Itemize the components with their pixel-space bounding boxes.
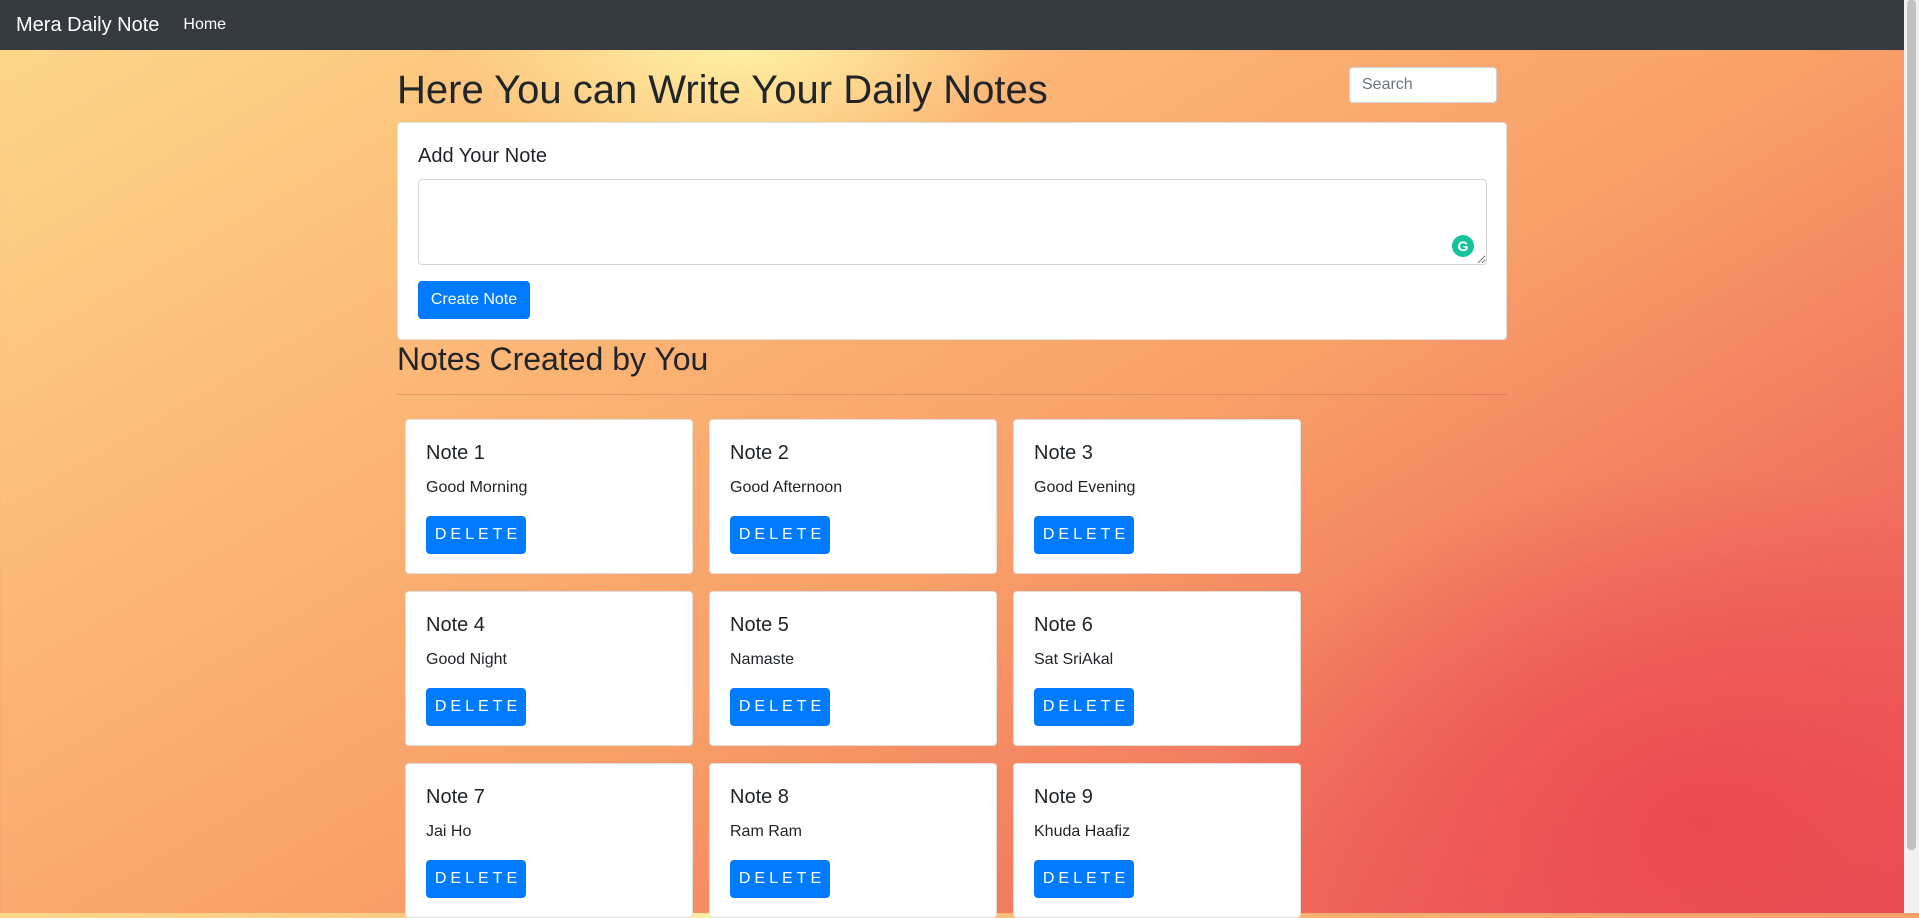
delete-button[interactable]: DELETE bbox=[730, 516, 830, 554]
note-textarea[interactable] bbox=[418, 179, 1487, 265]
note-text: Good Night bbox=[426, 651, 507, 668]
grammarly-icon[interactable]: G bbox=[1452, 235, 1474, 257]
delete-button[interactable]: DELETE bbox=[1034, 688, 1134, 726]
note-card: Note 9 Khuda Haafiz DELETE bbox=[1013, 763, 1301, 918]
scrollbar-thumb[interactable] bbox=[1907, 0, 1916, 850]
notes-section-title: Notes Created by You bbox=[397, 341, 709, 377]
note-title: Note 9 bbox=[1034, 786, 1093, 808]
note-card: Note 8 Ram Ram DELETE bbox=[709, 763, 997, 918]
note-title: Note 4 bbox=[426, 614, 485, 636]
note-title: Note 7 bbox=[426, 786, 485, 808]
add-note-card: Add Your Note G Create Note bbox=[397, 122, 1507, 340]
delete-button[interactable]: DELETE bbox=[1034, 860, 1134, 898]
note-text: Namaste bbox=[730, 651, 795, 668]
note-text: Jai Ho bbox=[426, 823, 472, 840]
note-text: Good Evening bbox=[1034, 479, 1136, 496]
delete-button[interactable]: DELETE bbox=[426, 516, 526, 554]
note-title: Note 2 bbox=[730, 442, 789, 464]
search-input[interactable] bbox=[1349, 67, 1497, 103]
navbar-brand[interactable]: Mera Daily Note bbox=[16, 14, 159, 37]
delete-button[interactable]: DELETE bbox=[426, 688, 526, 726]
note-text: Sat SriAkal bbox=[1034, 651, 1114, 668]
delete-button[interactable]: DELETE bbox=[426, 860, 526, 898]
note-text: Ram Ram bbox=[730, 823, 803, 840]
nav-link-home[interactable]: Home bbox=[183, 16, 226, 34]
note-text: Good Afternoon bbox=[730, 479, 843, 496]
note-text: Good Morning bbox=[426, 479, 528, 496]
section-divider bbox=[397, 394, 1507, 395]
navbar: Mera Daily Note Home bbox=[0, 0, 1904, 50]
note-title: Note 8 bbox=[730, 786, 789, 808]
note-text: Khuda Haafiz bbox=[1034, 823, 1131, 840]
note-card: Note 2 Good Afternoon DELETE bbox=[709, 419, 997, 574]
note-card: Note 7 Jai Ho DELETE bbox=[405, 763, 693, 918]
note-card: Note 3 Good Evening DELETE bbox=[1013, 419, 1301, 574]
note-title: Note 6 bbox=[1034, 614, 1093, 636]
page-scrollbar[interactable] bbox=[1904, 0, 1919, 913]
delete-button[interactable]: DELETE bbox=[730, 688, 830, 726]
delete-button[interactable]: DELETE bbox=[730, 860, 830, 898]
note-card: Note 6 Sat SriAkal DELETE bbox=[1013, 591, 1301, 746]
note-card: Note 1 Good Morning DELETE bbox=[405, 419, 693, 574]
note-title: Note 5 bbox=[730, 614, 789, 636]
note-card: Note 5 Namaste DELETE bbox=[709, 591, 997, 746]
note-title: Note 1 bbox=[426, 442, 485, 464]
page-title: Here You can Write Your Daily Notes bbox=[397, 68, 1048, 112]
delete-button[interactable]: DELETE bbox=[1034, 516, 1134, 554]
add-note-title: Add Your Note bbox=[418, 145, 547, 167]
create-note-button[interactable]: Create Note bbox=[418, 281, 530, 319]
note-title: Note 3 bbox=[1034, 442, 1093, 464]
note-card: Note 4 Good Night DELETE bbox=[405, 591, 693, 746]
